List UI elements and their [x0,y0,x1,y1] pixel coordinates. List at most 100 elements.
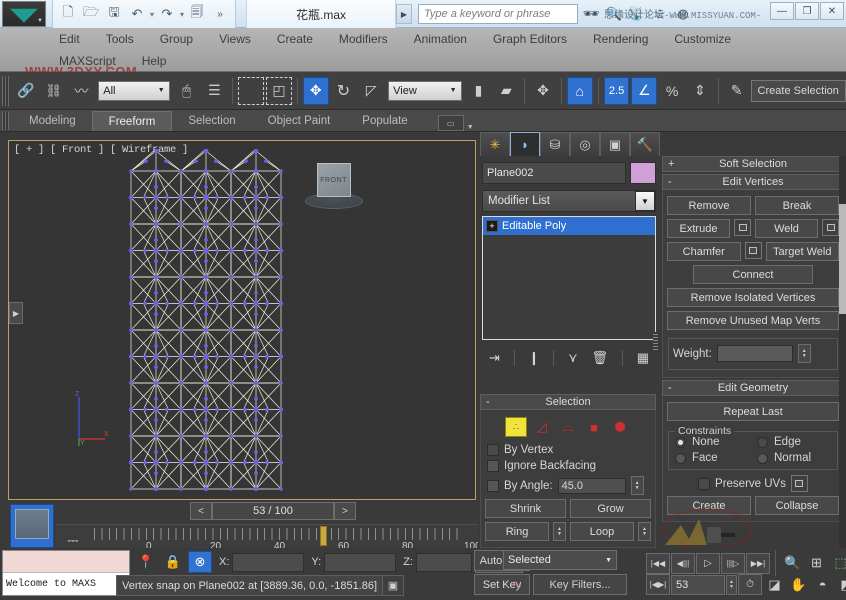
remove-modifier-icon[interactable]: 🗑 [591,350,608,366]
bind-to-space-warp-icon[interactable]: 〰 [69,77,95,105]
collapse-button[interactable]: Collapse [755,496,839,515]
chamfer-settings-icon[interactable] [745,242,762,259]
tab-object-paint[interactable]: Object Paint [252,111,347,131]
break-button[interactable]: Break [755,196,839,215]
z-coord-input[interactable] [416,553,472,572]
previous-frame-button[interactable]: ◀||| [671,553,695,574]
hierarchy-tab[interactable]: ⛁ [540,132,570,156]
chevron-down-icon[interactable]: ▼ [635,191,655,211]
utilities-tab[interactable]: 🔨 [630,132,660,156]
y-coord-input[interactable] [324,553,396,572]
spinner-snap-icon[interactable]: ⇕ [687,77,713,105]
menu-item-customize[interactable]: Customize [661,28,744,50]
select-and-scale-icon[interactable]: ◸ [358,77,384,105]
constraint-none-radio[interactable] [675,437,686,448]
ignore-backfacing-row[interactable]: Ignore Backfacing [485,458,651,474]
tab-modeling[interactable]: Modeling [13,111,92,131]
pan-view-icon[interactable]: ✋ [787,574,810,595]
object-name-input[interactable]: Plane002 [482,162,626,184]
select-object-icon[interactable]: 🖱 [174,77,200,105]
select-and-move-icon[interactable]: ✥ [303,77,329,105]
menu-item-tools[interactable]: Tools [93,28,147,50]
chevron-down-icon[interactable]: ▼ [605,557,612,564]
modify-tab[interactable]: ◗ [510,132,540,156]
command-panel-scroll-thumb[interactable] [839,204,846,314]
by-vertex-row[interactable]: By Vertex [485,442,651,458]
expand-qat-icon[interactable]: » [209,3,231,25]
collapse-icon[interactable]: - [486,396,490,408]
menu-item-rendering[interactable]: Rendering [580,28,661,50]
time-slider-next-frame[interactable]: > [334,502,356,520]
undo-icon[interactable]: ↶ [126,3,148,25]
menu-item-graph-editors[interactable]: Graph Editors [480,28,580,50]
tab-selection[interactable]: Selection [172,111,251,131]
preserve-uvs-checkbox[interactable] [698,478,710,490]
extrude-settings-icon[interactable] [734,219,751,236]
chamfer-button[interactable]: Chamfer [667,242,741,261]
time-slider-prev-frame[interactable]: < [190,502,212,520]
snaps-toggle-icon[interactable]: ⌂ [567,77,593,105]
orbit-icon[interactable]: ◓ [811,574,834,595]
loop-spinner[interactable]: ▲▼ [638,522,651,541]
percent-snap-icon[interactable]: % [659,77,685,105]
viewcube[interactable]: FRONT [317,163,351,197]
zoom-extents-icon[interactable]: ⬚ [829,553,846,574]
selection-lock-icon[interactable]: 🔒 [161,551,185,573]
weight-spinner[interactable]: ▲▼ [798,344,811,363]
current-frame-input[interactable]: 53 [671,575,725,595]
collapse-icon[interactable]: - [668,382,672,394]
vertex-subobject-icon[interactable]: ∴ [505,417,527,437]
key-filters-button[interactable]: Key Filters... [533,574,627,595]
modifier-stack-item-editable-poly[interactable]: + Editable Poly [483,217,655,235]
adaptive-degradation-icon[interactable]: ▣ [382,575,404,596]
use-pivot-point-center-icon[interactable]: ▮ [466,77,492,105]
window-crossing-icon[interactable]: ◰ [266,77,292,105]
by-angle-row[interactable]: By Angle: 45.0 ▲▼ [485,474,651,497]
menu-item-animation[interactable]: Animation [401,28,480,50]
editable-poly-mesh[interactable] [127,149,285,495]
weight-input[interactable] [717,345,793,362]
rectangular-selection-region-icon[interactable] [238,77,264,105]
preserve-uvs-settings-icon[interactable] [791,475,808,492]
command-panel-scrollbar[interactable] [839,156,846,548]
ring-button[interactable]: Ring [485,522,549,541]
binoculars-icon[interactable]: 🕶 [582,4,600,24]
remove-isolated-vertices-button[interactable]: Remove Isolated Vertices [667,288,839,307]
target-weld-button[interactable]: Target Weld [766,242,840,261]
selection-rollout-header[interactable]: - Selection [480,394,656,410]
make-unique-icon[interactable]: ⋎ [568,350,578,366]
edit-geometry-rollout-header[interactable]: - Edit Geometry [662,380,844,396]
weld-button[interactable]: Weld [755,219,818,238]
tab-freeform[interactable]: Freeform [92,111,173,131]
constraint-normal-radio[interactable] [757,453,768,464]
maximize-button[interactable]: ❐ [795,2,819,20]
edit-vertices-rollout-header[interactable]: - Edit Vertices [662,174,844,190]
by-angle-spinner[interactable]: ▲▼ [631,476,644,495]
angle-snap-icon[interactable]: ∠ [631,77,657,105]
remove-unused-map-verts-button[interactable]: Remove Unused Map Verts [667,311,839,330]
chevron-down-icon[interactable]: ▼ [467,124,474,131]
time-slider-value[interactable]: 53 / 100 [212,502,334,520]
close-button[interactable]: ✕ [820,2,844,20]
open-file-icon[interactable]: 🗁 [80,3,102,25]
edge-subobject-icon[interactable]: ◿ [531,417,553,437]
field-of-view-icon[interactable]: ◪ [763,574,786,595]
redo-icon[interactable]: ↷ [156,3,178,25]
viewport-expand-icon[interactable]: ▶ [9,302,23,324]
grow-button[interactable]: Grow [570,499,651,518]
go-to-start-button[interactable]: |◀◀ [646,553,670,574]
percent-snap-value-icon[interactable]: 2.5 [604,77,630,105]
display-tab[interactable]: ▣ [600,132,630,156]
object-color-swatch[interactable] [630,162,656,184]
preserve-uvs-row[interactable]: Preserve UVs [667,473,839,494]
motion-tab[interactable]: ◎ [570,132,600,156]
go-to-end-button[interactable]: ▶▶| [746,553,770,574]
maxscript-mini-listener[interactable]: Welcome to MAXS [2,550,130,596]
zoom-icon[interactable]: 🔍 [781,553,804,574]
modifier-list-dropdown[interactable]: Modifier List ▼ [482,190,656,212]
maximize-viewport-icon[interactable]: ◩ [835,574,846,595]
weld-settings-icon[interactable] [822,219,839,236]
absolute-relative-mode-icon[interactable]: ⊗ [188,551,212,573]
current-frame-spinner[interactable]: ▲▼ [726,575,737,595]
constraint-face-radio[interactable] [675,453,686,464]
